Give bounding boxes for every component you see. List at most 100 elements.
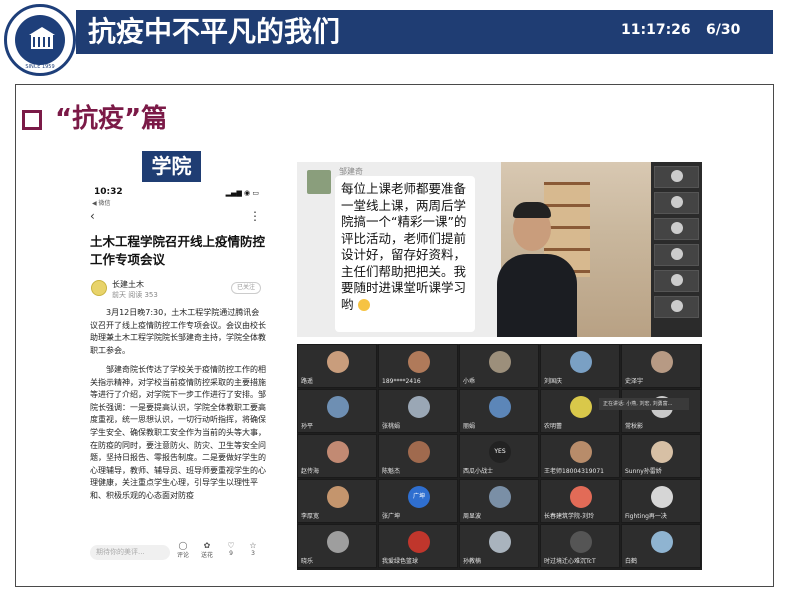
- meeting-video-grid: 路遥 189****2416 小乖 刘国庆 史泽宇孙平 张桃娟 丽娟 农明蕾 常秋影赵传海 陈魁杰…: [297, 344, 702, 570]
- sidebar-tile[interactable]: [654, 218, 699, 240]
- participant-name: 李厚宽: [301, 513, 320, 520]
- participant-tile[interactable]: YES 西瓜小战士: [459, 434, 539, 478]
- participant-tile[interactable]: 孙平: [297, 389, 377, 433]
- participant-tile[interactable]: Sunny孙雷娇: [621, 434, 701, 478]
- account-name[interactable]: 长建土木: [112, 279, 144, 290]
- sidebar-tile[interactable]: [654, 166, 699, 188]
- sidebar-tile[interactable]: [654, 244, 699, 266]
- participant-name: 孙平: [301, 423, 314, 430]
- participant-name: 我爱绿色篮球: [382, 558, 419, 565]
- section-title: “抗疫”篇: [55, 104, 168, 134]
- comment-icon: ◯: [178, 541, 188, 550]
- comment-action-label: 评论: [176, 552, 189, 559]
- participant-avatar: [570, 486, 592, 508]
- participant-tile[interactable]: 孙教楠: [459, 524, 539, 568]
- participant-tile[interactable]: 我爱绿色篮球: [378, 524, 458, 568]
- phone-carrier: ◀ 微信: [92, 200, 111, 207]
- participant-tile[interactable]: 小乖: [459, 344, 539, 388]
- favorite-count: 3: [251, 550, 255, 557]
- comment-action[interactable]: ◯ 评论: [172, 541, 194, 559]
- phone-article-screenshot: 10:32 ◀ 微信 ▂▄▆ ◉ ▭ ‹ ⋮ 土木工程学院召开线上疫情防控工作专…: [84, 183, 269, 568]
- participant-tile[interactable]: 王老师18004319071: [540, 434, 620, 478]
- sidebar-tile[interactable]: [654, 192, 699, 214]
- phone-time: 10:32: [94, 187, 123, 197]
- participant-tile[interactable]: 刘国庆: [540, 344, 620, 388]
- sender-avatar[interactable]: [307, 170, 331, 194]
- slide: SINCE 1959 抗疫中不平凡的我们 11:17:26 6/30 “抗疫”篇…: [0, 0, 799, 604]
- participant-avatar: YES: [489, 441, 511, 463]
- like-action[interactable]: ♡ 9: [220, 541, 242, 557]
- participant-tile[interactable]: 长春建筑学院-刘玲: [540, 479, 620, 523]
- page-counter: 6/30: [706, 22, 741, 38]
- sidebar-tile[interactable]: [654, 296, 699, 318]
- participant-tile[interactable]: Fighting再一决: [621, 479, 701, 523]
- participant-name: 西瓜小战士: [463, 468, 494, 475]
- participant-avatar: [570, 441, 592, 463]
- participant-tile[interactable]: 晓乐: [297, 524, 377, 568]
- participant-name: 张桃娟: [382, 423, 401, 430]
- participant-tile[interactable]: 陈魁杰: [378, 434, 458, 478]
- account-avatar[interactable]: [91, 280, 107, 296]
- participant-name: Fighting再一决: [625, 513, 667, 520]
- participant-avatar: [327, 441, 349, 463]
- participant-avatar: [489, 486, 511, 508]
- participant-tile[interactable]: 189****2416: [378, 344, 458, 388]
- participant-tile[interactable]: 史泽宇: [621, 344, 701, 388]
- participant-name: 赵传海: [301, 468, 320, 475]
- signal-battery-icon: ▂▄▆ ◉ ▭: [225, 189, 259, 197]
- college-tag: 学院: [142, 151, 201, 182]
- participant-avatar: [570, 531, 592, 553]
- star-icon: ☆: [249, 541, 257, 550]
- more-options-icon[interactable]: ⋮: [249, 209, 261, 223]
- participant-name: 周显波: [463, 513, 482, 520]
- participant-name: 晓乐: [301, 558, 314, 565]
- article-paragraph-2: 邹建奇院长传达了学校关于疫情防控工作的相关指示精神，对学校当前疫情防控采取的主要…: [90, 365, 266, 500]
- participant-tile[interactable]: 广坤 张广坤: [378, 479, 458, 523]
- participant-name: 陈魁杰: [382, 468, 401, 475]
- smile-emoji-icon: [357, 299, 370, 311]
- participant-avatar: [489, 531, 511, 553]
- sidebar-tile[interactable]: [654, 270, 699, 292]
- chat-message-bubble: 每位上课老师都要准备一堂线上课，两周后学院搞一个“精彩一课”的评比活动，老师们提…: [335, 176, 475, 332]
- participant-avatar: [651, 441, 673, 463]
- participant-tile[interactable]: 李厚宽: [297, 479, 377, 523]
- follow-button[interactable]: 已关注: [231, 282, 261, 294]
- participant-tile[interactable]: 张桃娟: [378, 389, 458, 433]
- header-bar: 抗疫中不平凡的我们 11:17:26 6/30: [76, 10, 773, 54]
- participant-avatar: [651, 531, 673, 553]
- participant-avatar: [408, 351, 430, 373]
- flower-icon: ✿: [203, 541, 211, 550]
- participant-tile[interactable]: 常秋影: [621, 389, 701, 433]
- participant-name: 农明蕾: [544, 423, 563, 430]
- comment-input[interactable]: 期待你的美评...: [90, 545, 170, 560]
- building-roof-icon: [29, 27, 55, 35]
- participant-name: 路遥: [301, 378, 314, 385]
- logo-since-text: SINCE 1959: [25, 64, 55, 70]
- participant-avatar: [651, 351, 673, 373]
- participant-name: 长春建筑学院-刘玲: [544, 513, 595, 520]
- like-count: 9: [229, 550, 233, 557]
- participant-tile[interactable]: 农明蕾: [540, 389, 620, 433]
- participant-avatar: [570, 396, 592, 418]
- chat-screenshot: 邹建奇 每位上课老师都要准备一堂线上课，两周后学院搞一个“精彩一课”的评比活动，…: [297, 162, 702, 337]
- favorite-action[interactable]: ☆ 3: [242, 541, 264, 557]
- participant-tile[interactable]: 赵传海: [297, 434, 377, 478]
- participant-tile[interactable]: 周显波: [459, 479, 539, 523]
- flower-action-label: 送花: [200, 552, 213, 559]
- building-columns-icon: [33, 37, 51, 47]
- participant-tile[interactable]: 时过境迁心难沉TcT: [540, 524, 620, 568]
- article-paragraph-1: 3月12日晚7:30，土木工程学院通过腾讯会议召开了线上疫情防控工作专项会议。会…: [90, 308, 266, 355]
- speaking-indicator: 正在讲话: 小燕, 刘宏, 刘勇富...: [599, 398, 689, 410]
- participant-name: 白鹤: [625, 558, 638, 565]
- participant-tile[interactable]: 丽娟: [459, 389, 539, 433]
- back-icon[interactable]: ‹: [90, 209, 95, 223]
- account-meta: 前天 阅读 353: [112, 291, 158, 299]
- flower-action[interactable]: ✿ 送花: [196, 541, 218, 559]
- participant-tile[interactable]: 路遥: [297, 344, 377, 388]
- clock-readout: 11:17:26: [621, 22, 691, 38]
- presenter-hair: [513, 202, 551, 218]
- participant-name: 孙教楠: [463, 558, 482, 565]
- heart-icon: ♡: [227, 541, 235, 550]
- participant-avatar: 广坤: [408, 486, 430, 508]
- participant-tile[interactable]: 白鹤: [621, 524, 701, 568]
